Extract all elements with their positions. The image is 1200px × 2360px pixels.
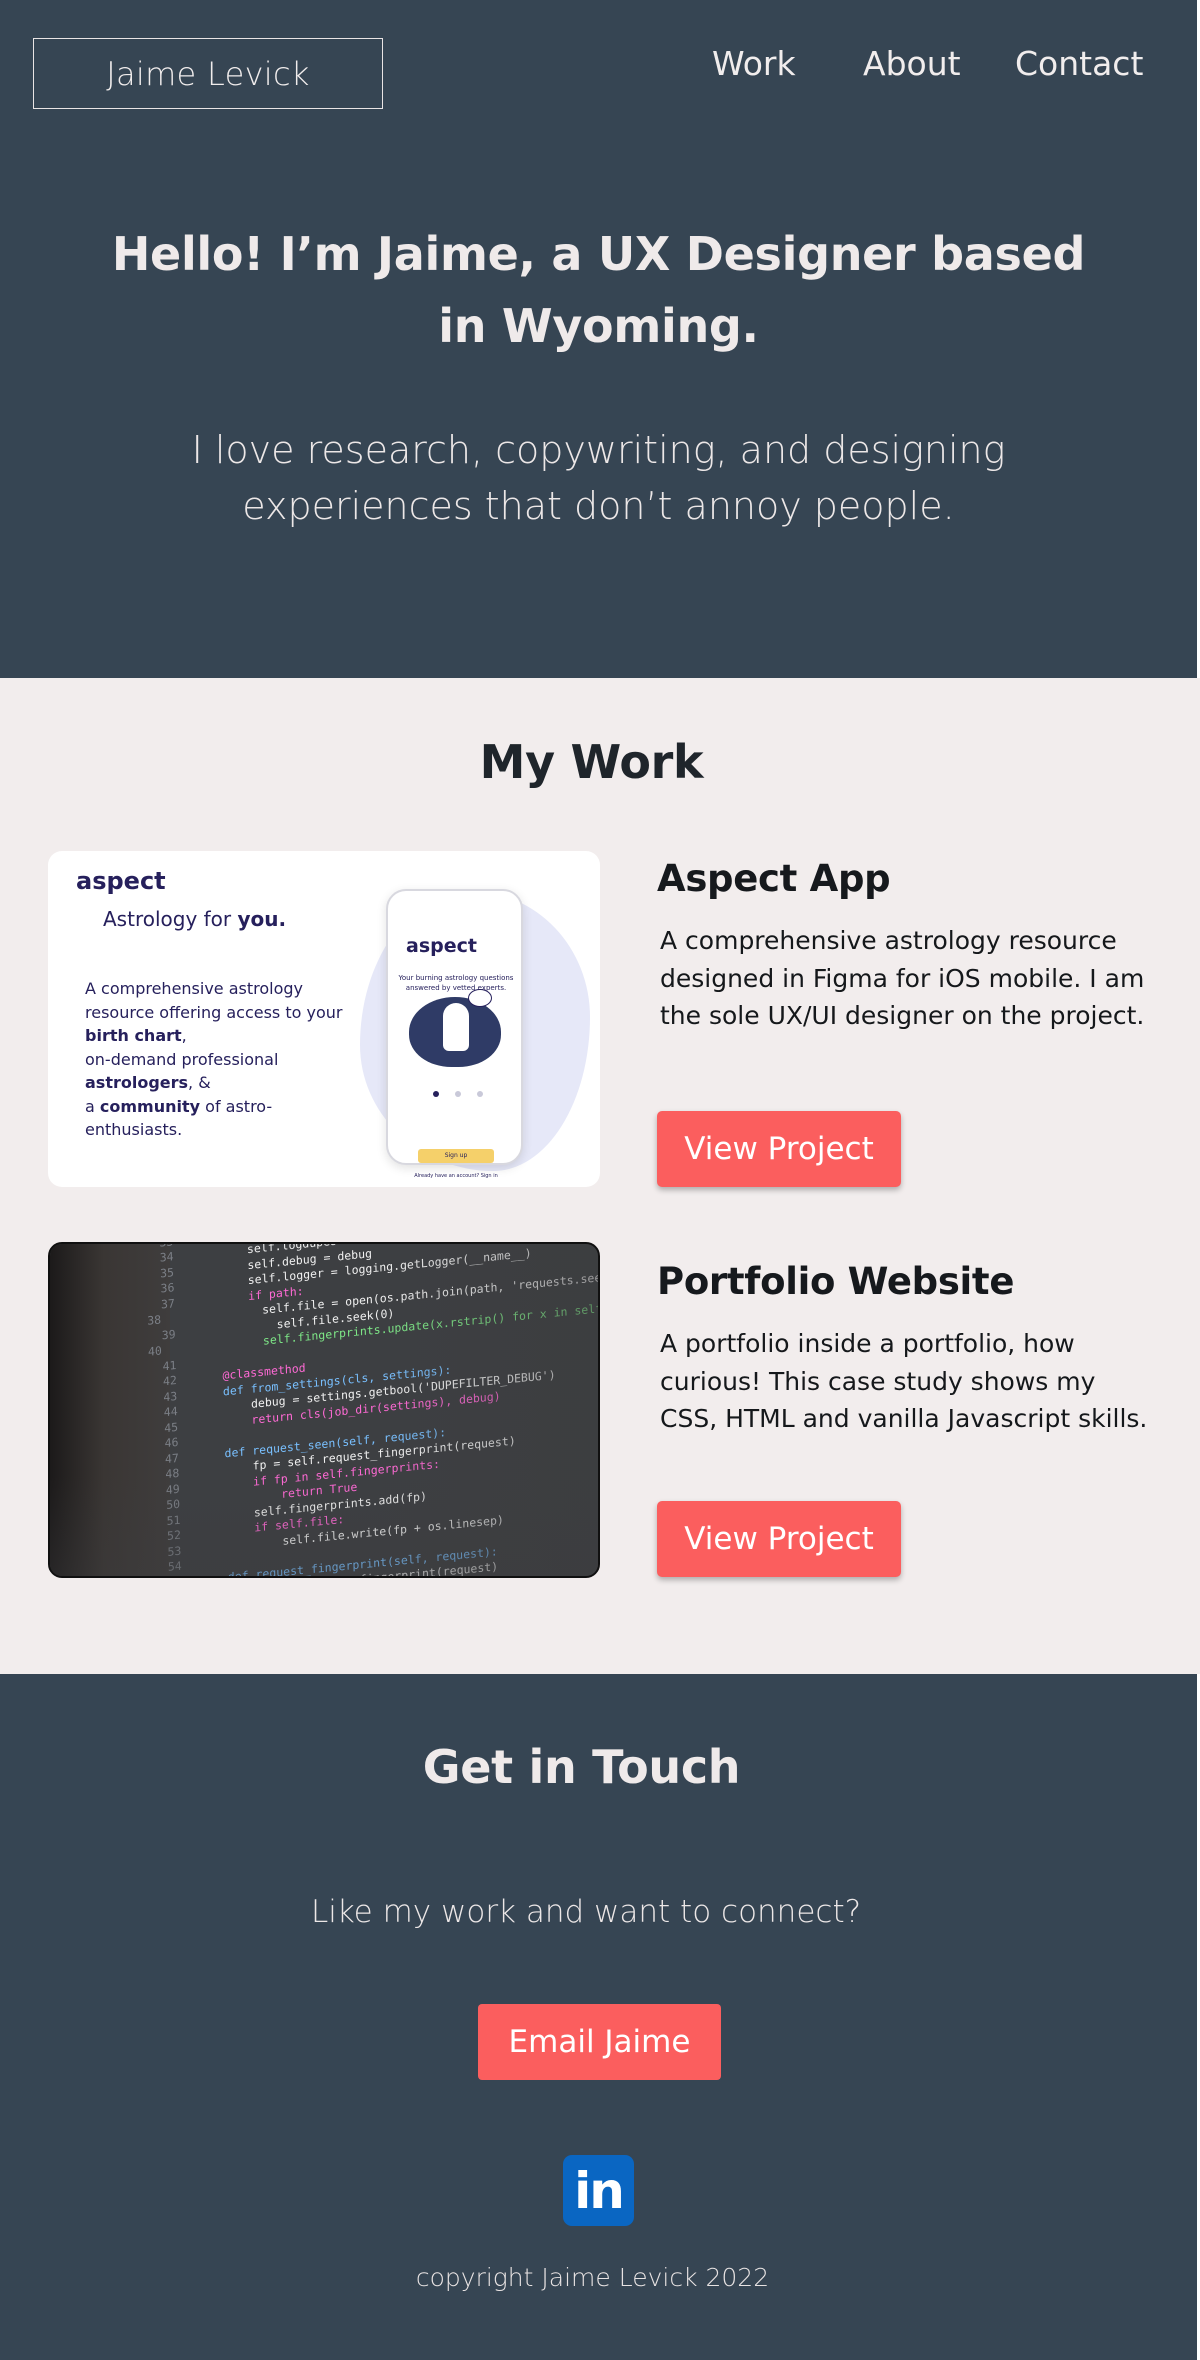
copyright-text: copyright Jaime Levick 2022 — [415, 2263, 770, 2292]
line-number: 48 — [165, 1466, 180, 1482]
linkedin-icon[interactable]: in — [563, 2155, 634, 2226]
line-number: 41 — [162, 1357, 177, 1374]
line-number: 37 — [160, 1295, 175, 1312]
hero-title: Hello! I’m Jaime, a UX Designer based in… — [111, 227, 1086, 353]
line-number: 45 — [164, 1419, 179, 1435]
line-number: 43 — [163, 1388, 178, 1405]
project-title-aspect: Aspect App — [657, 857, 891, 900]
line-number: 49 — [165, 1481, 180, 1497]
contact-title: Get in Touch — [422, 1740, 741, 1794]
phone-mockup: aspect Your burning astrology questions … — [386, 889, 523, 1179]
aspect-tagline: Astrology for you. — [103, 907, 287, 931]
line-number: 52 — [166, 1527, 182, 1544]
aspect-description: A comprehensive astrology resource offer… — [85, 979, 343, 1139]
astronaut-figure — [443, 1003, 469, 1051]
carousel-dots — [433, 1091, 483, 1097]
code-screenshot: 33 self.fingerprints = set()34 self.logd… — [145, 1244, 598, 1576]
line-number: 35 — [159, 1264, 175, 1281]
phone-signup-button: Sign up — [418, 1149, 494, 1163]
email-button[interactable]: Email Jaime — [478, 2004, 721, 2080]
line-number: 46 — [164, 1435, 179, 1451]
line-number: 50 — [166, 1496, 181, 1513]
site-logo[interactable]: Jaime Levick — [33, 38, 383, 109]
phone-signin-note: Already have an account? Sign in — [414, 1173, 498, 1179]
line-number: 44 — [163, 1404, 178, 1420]
work-section-title: My Work — [479, 735, 704, 789]
portfolio-website-thumbnail[interactable]: 33 self.fingerprints = set()34 self.logd… — [48, 1242, 600, 1578]
aspect-app-thumbnail[interactable]: aspect Astrology for you. A comprehensiv… — [48, 851, 600, 1187]
line-number: 47 — [164, 1450, 180, 1466]
nav-link-contact[interactable]: Contact — [1015, 44, 1143, 83]
project-description-portfolio: A portfolio inside a portfolio, how curi… — [660, 1329, 1148, 1433]
line-number: 54 — [167, 1558, 182, 1575]
speech-bubble-icon — [468, 989, 492, 1007]
line-number: 39 — [161, 1326, 176, 1343]
view-project-button-portfolio[interactable]: View Project — [657, 1501, 901, 1577]
line-number: 40 — [147, 1343, 163, 1359]
project-description-aspect: A comprehensive astrology resource desig… — [660, 926, 1145, 1030]
phone-aspect-logo: aspect — [406, 935, 477, 957]
contact-subtitle: Like my work and want to connect? — [310, 1894, 862, 1930]
nav-link-about[interactable]: About — [863, 44, 961, 83]
aspect-logo: aspect — [76, 867, 166, 895]
phone-intro-text: Your burning astrology questions answere… — [398, 974, 514, 992]
line-number: 51 — [166, 1512, 181, 1528]
line-number: 34 — [159, 1249, 174, 1265]
nav-link-work[interactable]: Work — [712, 44, 796, 83]
project-title-portfolio: Portfolio Website — [657, 1260, 1015, 1303]
line-number: 53 — [167, 1543, 182, 1559]
line-number: 36 — [160, 1280, 175, 1296]
hero-subtitle: I love research, copywriting, and design… — [191, 428, 1006, 528]
line-number: 42 — [162, 1373, 178, 1389]
line-number: 38 — [147, 1312, 162, 1329]
view-project-button-aspect[interactable]: View Project — [657, 1111, 901, 1187]
